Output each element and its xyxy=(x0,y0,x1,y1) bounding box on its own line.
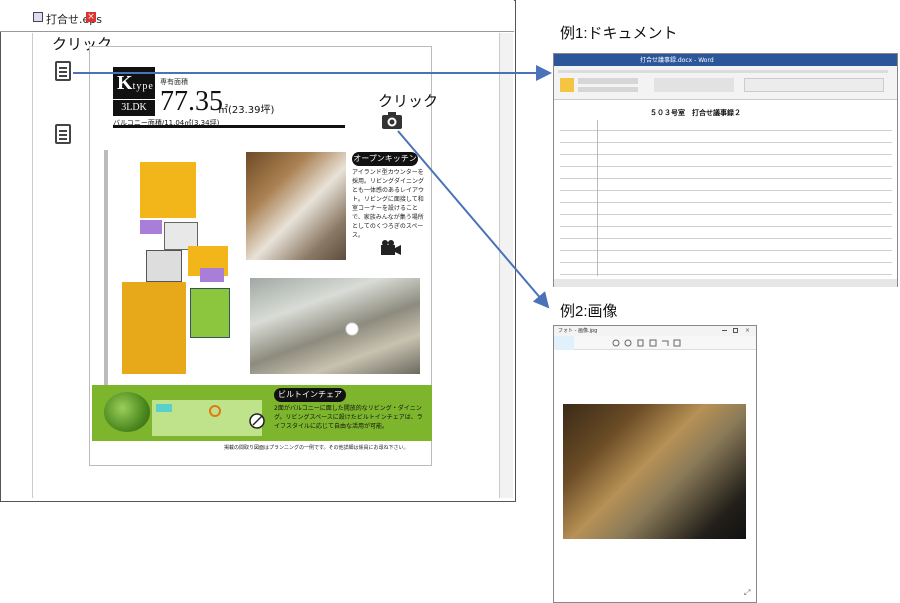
arrow-to-image xyxy=(397,130,550,309)
annotation-arrows xyxy=(73,65,552,309)
